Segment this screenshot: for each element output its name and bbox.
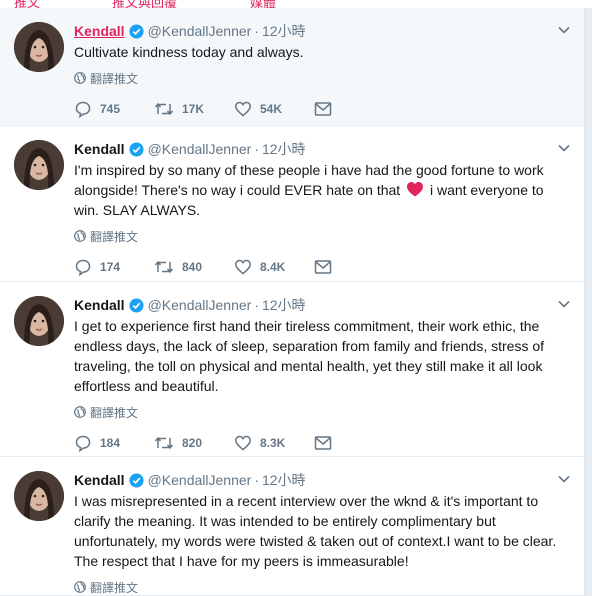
heart-icon (235, 101, 251, 117)
display-name[interactable]: Kendall (74, 294, 125, 316)
globe-icon (74, 581, 86, 593)
timestamp[interactable]: 12小時 (262, 20, 306, 42)
globe-icon (74, 230, 86, 242)
avatar[interactable] (14, 296, 64, 346)
translate-tweet-link[interactable]: 翻譯推文 (74, 228, 572, 244)
display-name[interactable]: Kendall (74, 20, 125, 42)
tweet-text: I was misrepresented in a recent intervi… (74, 493, 557, 569)
retweet-count: 840 (182, 260, 203, 274)
retweet-count: 17K (182, 102, 205, 116)
reply-button[interactable]: 745 (74, 100, 154, 118)
like-count: 8.3K (260, 436, 286, 450)
timestamp[interactable]: 12小時 (262, 294, 306, 316)
tab-media[interactable]: 媒體 (250, 0, 276, 8)
globe-icon (74, 406, 86, 418)
timestamp[interactable]: 12小時 (262, 469, 306, 491)
tab-tweets[interactable]: 推文 (14, 0, 40, 8)
tweet-text: I'm inspired by so many of these people … (74, 160, 572, 220)
retweet-button[interactable]: 17K (154, 100, 234, 118)
timestamp[interactable]: 12小時 (262, 138, 306, 160)
envelope-icon (314, 102, 332, 116)
envelope-icon (314, 436, 332, 450)
globe-icon (74, 72, 86, 84)
tweet-header: Kendall @KendallJenner · 12小時 (74, 138, 572, 160)
translate-label[interactable]: 翻譯推文 (90, 404, 138, 421)
red-heart-emoji-icon (407, 182, 424, 197)
separator-dot: · (254, 472, 259, 488)
chevron-down-icon[interactable] (556, 140, 572, 156)
heart-icon (235, 435, 251, 451)
tweet-actions: 174 840 8.4K (74, 254, 572, 280)
like-count: 8.4K (260, 260, 286, 274)
like-count: 54K (260, 102, 283, 116)
username[interactable]: @KendallJenner (148, 294, 252, 316)
retweet-icon (154, 260, 174, 274)
like-button[interactable]: 54K (234, 100, 314, 118)
avatar[interactable] (14, 471, 64, 521)
display-name[interactable]: Kendall (74, 469, 125, 491)
direct-message-button[interactable] (314, 101, 344, 117)
tweet-header: Kendall @KendallJenner · 12小時 (74, 294, 572, 316)
like-button[interactable]: 8.4K (234, 258, 314, 276)
tweet[interactable]: Kendall @KendallJenner · 12小時 Cultivate … (0, 8, 584, 126)
retweet-button[interactable]: 840 (154, 258, 234, 276)
reply-count: 184 (100, 436, 121, 450)
tweet[interactable]: Kendall @KendallJenner · 12小時 I get to e… (0, 282, 584, 457)
direct-message-button[interactable] (314, 435, 344, 451)
like-button[interactable]: 8.3K (234, 434, 314, 452)
tweet-text: I get to experience first hand their tir… (74, 318, 545, 394)
tweet-header: Kendall @KendallJenner · 12小時 (74, 20, 572, 42)
retweet-icon (154, 102, 174, 116)
reply-button[interactable]: 174 (74, 258, 154, 276)
reply-count: 745 (100, 102, 121, 116)
verified-badge-icon (129, 141, 144, 157)
username[interactable]: @KendallJenner (148, 20, 252, 42)
chevron-down-icon[interactable] (556, 296, 572, 312)
reply-icon (75, 101, 91, 118)
translate-tweet-link[interactable]: 翻譯推文 (74, 404, 572, 420)
retweet-button[interactable]: 820 (154, 434, 234, 452)
tweet-actions: 745 17K 54K (74, 96, 572, 122)
display-name[interactable]: Kendall (74, 138, 125, 160)
reply-button[interactable]: 184 (74, 434, 154, 452)
username[interactable]: @KendallJenner (148, 138, 252, 160)
tweet-text: Cultivate kindness today and always. (74, 44, 304, 60)
tweet-header: Kendall @KendallJenner · 12小時 (74, 469, 572, 491)
verified-badge-icon (129, 297, 144, 313)
translate-label[interactable]: 翻譯推文 (90, 228, 138, 245)
tweet[interactable]: Kendall @KendallJenner · 12小時 I'm inspir… (0, 126, 584, 282)
retweet-icon (154, 436, 174, 450)
timeline: Kendall @KendallJenner · 12小時 Cultivate … (0, 8, 585, 596)
separator-dot: · (254, 23, 259, 39)
envelope-icon (314, 260, 332, 274)
reply-count: 174 (100, 260, 121, 274)
heart-icon (235, 259, 251, 275)
chevron-down-icon[interactable] (556, 22, 572, 38)
separator-dot: · (254, 297, 259, 313)
separator-dot: · (254, 141, 259, 157)
avatar[interactable] (14, 22, 64, 72)
translate-label[interactable]: 翻譯推文 (90, 579, 138, 596)
chevron-down-icon[interactable] (556, 471, 572, 487)
verified-badge-icon (129, 23, 144, 39)
username[interactable]: @KendallJenner (148, 469, 252, 491)
retweet-count: 820 (182, 436, 203, 450)
reply-icon (75, 435, 91, 452)
translate-label[interactable]: 翻譯推文 (90, 70, 138, 87)
tab-tweets-replies[interactable]: 推文與回覆 (112, 0, 177, 8)
translate-tweet-link[interactable]: 翻譯推文 (74, 579, 572, 595)
verified-badge-icon (129, 472, 144, 488)
reply-icon (75, 259, 91, 276)
avatar[interactable] (14, 140, 64, 190)
profile-tabs-strip: 推文 推文與回覆 媒體 (0, 0, 592, 8)
tweet[interactable]: Kendall @KendallJenner · 12小時 I was misr… (0, 457, 584, 596)
translate-tweet-link[interactable]: 翻譯推文 (74, 70, 572, 86)
tweet-actions: 184 820 8.3K (74, 430, 572, 456)
direct-message-button[interactable] (314, 259, 344, 275)
